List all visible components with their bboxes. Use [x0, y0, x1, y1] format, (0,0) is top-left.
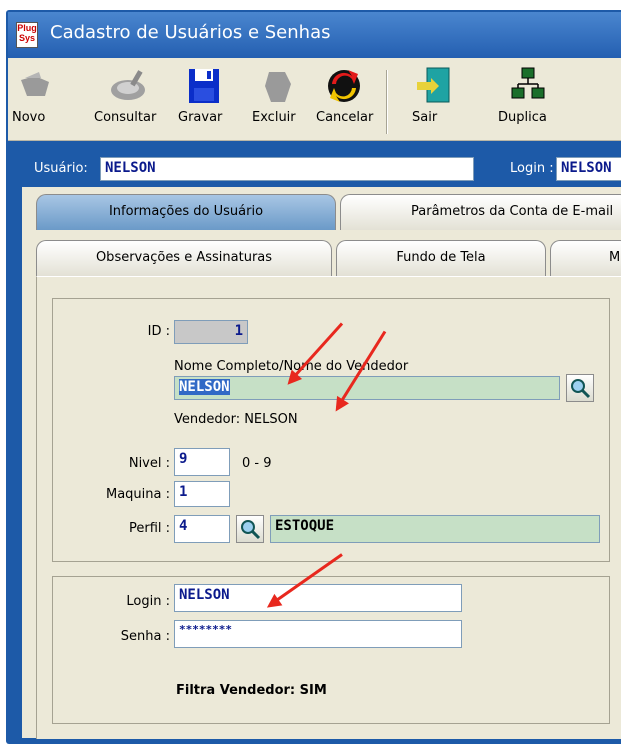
cancel-arrows-icon	[324, 66, 364, 106]
tab-more[interactable]: M	[550, 240, 621, 276]
nivel-range-hint: 0 - 9	[242, 456, 272, 471]
login-label: Login :	[126, 594, 170, 609]
application-window: Plug Sys Cadastro de Usuários e Senhas No…	[0, 0, 621, 751]
tab-fundo-de-tela[interactable]: Fundo de Tela	[336, 240, 546, 276]
nome-field-value: NELSON	[179, 379, 230, 395]
header-login-field[interactable]: NELSON	[556, 157, 621, 181]
id-field: 1	[174, 320, 248, 344]
title-bar: Plug Sys Cadastro de Usuários e Senhas	[8, 12, 621, 58]
delete-hand-icon	[257, 66, 297, 106]
maquina-field[interactable]: 1	[174, 481, 230, 507]
nivel-field[interactable]: 9	[174, 448, 230, 476]
header-login-label: Login :	[510, 161, 554, 176]
id-label: ID :	[147, 324, 170, 339]
usuario-field[interactable]: NELSON	[100, 157, 474, 181]
nivel-label: Nivel :	[128, 456, 170, 471]
toolbar-separator	[386, 70, 388, 134]
perfil-search-button[interactable]	[236, 515, 264, 543]
perfil-field[interactable]: 4	[174, 515, 230, 543]
app-logo-icon: Plug Sys	[16, 22, 38, 48]
network-computers-icon	[508, 66, 548, 106]
nome-field[interactable]: NELSON	[174, 376, 560, 400]
gravar-button[interactable]: Gravar	[178, 66, 230, 136]
senha-field[interactable]: ********	[174, 620, 462, 648]
toolbar: Novo Consultar Gravar Excluir Cancelar S…	[8, 58, 621, 141]
vendedor-text: Vendedor: NELSON	[174, 412, 298, 427]
exit-door-icon	[413, 66, 453, 106]
login-field[interactable]: NELSON	[174, 584, 462, 612]
duplica-button[interactable]: Duplica	[498, 66, 558, 136]
magnifier-icon	[108, 66, 148, 106]
perfil-name-field: ESTOQUE	[270, 515, 600, 543]
window-title: Cadastro de Usuários e Senhas	[50, 22, 331, 43]
cancelar-button[interactable]: Cancelar	[316, 66, 373, 136]
sair-button[interactable]: Sair	[412, 66, 454, 136]
magnifier-icon	[241, 520, 261, 540]
excluir-button[interactable]: Excluir	[252, 66, 302, 136]
tab-informacoes-usuario[interactable]: Informações do Usuário	[36, 194, 336, 230]
senha-label: Senha :	[120, 629, 170, 644]
nome-search-button[interactable]	[566, 374, 594, 402]
usuario-label: Usuário:	[34, 161, 88, 176]
floppy-disk-icon	[184, 66, 224, 106]
novo-button[interactable]: Novo	[12, 66, 58, 136]
tab-observacoes-assinaturas[interactable]: Observações e Assinaturas	[36, 240, 332, 276]
maquina-label: Maquina :	[105, 487, 170, 502]
magnifier-icon	[571, 379, 591, 399]
perfil-label: Perfil :	[128, 521, 170, 536]
hand-icon	[15, 66, 55, 106]
consultar-button[interactable]: Consultar	[94, 66, 162, 136]
filtra-vendedor-text: Filtra Vendedor: SIM	[176, 683, 327, 698]
tab-parametros-email[interactable]: Parâmetros da Conta de E-mail	[340, 194, 621, 230]
